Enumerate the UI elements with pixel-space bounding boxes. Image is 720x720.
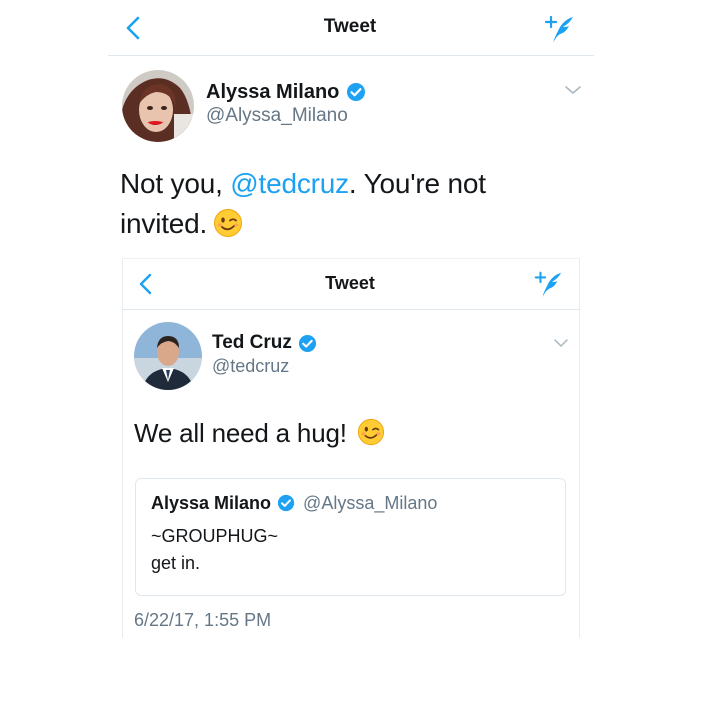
winking-face-emoji-icon	[357, 418, 385, 446]
nav-title: Tweet	[323, 16, 377, 37]
quoted-tweet-text: ~GROUPHUG~ get in.	[151, 526, 279, 573]
quoted-author-row: Alyssa Milano @Alyssa_Milano	[151, 490, 437, 516]
alyssa-avatar-image	[122, 70, 194, 142]
chevron-down-icon[interactable]	[563, 82, 583, 98]
back-chevron-icon[interactable]	[136, 271, 156, 297]
tweet-text: We all need a hug!	[134, 418, 347, 448]
winking-face-emoji-icon	[214, 209, 243, 237]
nav-title: Tweet	[325, 273, 375, 293]
compose-tweet-icon[interactable]	[542, 12, 576, 46]
verified-badge-icon	[347, 83, 366, 101]
chevron-down-icon[interactable]	[552, 336, 570, 350]
verified-badge-icon	[277, 494, 295, 512]
author-name-row: Alyssa Milano	[206, 78, 366, 106]
mention-link[interactable]: @tedcruz	[230, 168, 349, 199]
quoted-author-name: Alyssa Milano	[151, 492, 272, 513]
avatar[interactable]	[134, 322, 202, 390]
author-handle[interactable]: @tedcruz	[212, 356, 289, 377]
quoted-author-handle: @Alyssa_Milano	[303, 492, 438, 513]
author-name-row: Ted Cruz	[212, 330, 317, 356]
author-handle[interactable]: @Alyssa_Milano	[206, 105, 348, 127]
verified-badge-icon	[298, 334, 316, 352]
tweet-timestamp: 6/22/17, 1:55 PM	[134, 610, 272, 630]
compose-tweet-icon[interactable]	[532, 268, 564, 300]
tweet-text-prefix: Not you,	[120, 168, 231, 199]
author-name[interactable]: Ted Cruz	[212, 332, 292, 354]
ted-avatar-image	[134, 322, 202, 390]
author-name[interactable]: Alyssa Milano	[206, 81, 339, 104]
avatar[interactable]	[122, 70, 194, 142]
tweet-text: Not you, @tedcruz. You're not invited.	[120, 164, 570, 244]
back-chevron-icon[interactable]	[122, 14, 146, 42]
